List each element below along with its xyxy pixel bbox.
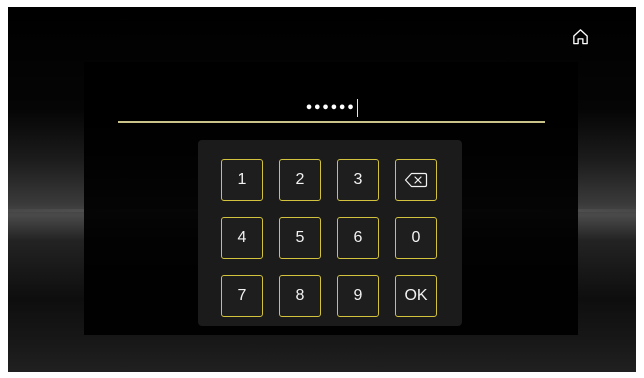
key-6[interactable]: 6	[337, 217, 379, 259]
ok-button[interactable]: OK	[395, 275, 437, 317]
key-8[interactable]: 8	[279, 275, 321, 317]
backspace-button[interactable]	[395, 159, 437, 201]
backspace-icon	[404, 172, 428, 188]
home-button[interactable]	[568, 24, 592, 48]
home-icon	[572, 28, 588, 44]
key-4[interactable]: 4	[221, 217, 263, 259]
key-5[interactable]: 5	[279, 217, 321, 259]
key-2[interactable]: 2	[279, 159, 321, 201]
key-9[interactable]: 9	[337, 275, 379, 317]
key-7[interactable]: 7	[221, 275, 263, 317]
key-1[interactable]: 1	[221, 159, 263, 201]
key-0[interactable]: 0	[395, 217, 437, 259]
password-masked-value: ••••••	[304, 100, 355, 116]
password-input[interactable]: ••••••	[118, 93, 545, 123]
lock-screen: •••••• 1 2 3 4 5 6 0 7 8 9 OK	[8, 7, 636, 372]
numeric-keypad: 1 2 3 4 5 6 0 7 8 9 OK	[198, 140, 462, 326]
password-underline	[118, 121, 545, 123]
key-3[interactable]: 3	[337, 159, 379, 201]
text-cursor	[356, 99, 359, 117]
